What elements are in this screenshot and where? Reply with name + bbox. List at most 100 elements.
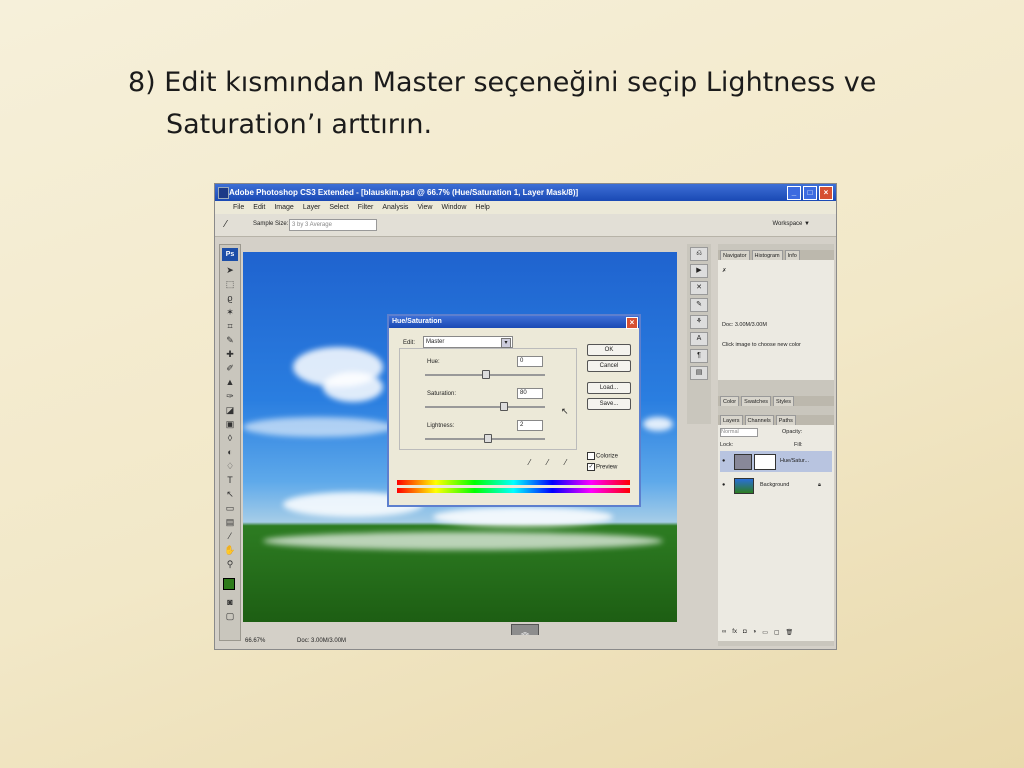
adjusted-spectrum-bar [397,488,630,493]
menu-window[interactable]: Window [441,201,466,214]
tab-paths[interactable]: Paths [775,415,796,425]
crop-tool-icon[interactable]: ⌗ [223,320,237,332]
dodge-tool-icon[interactable]: ◐ [223,446,237,458]
menu-help[interactable]: Help [475,201,489,214]
history-icon[interactable]: ⎌ [690,247,708,261]
close-button[interactable]: × [819,186,833,200]
colorize-checkbox[interactable]: Colorize [587,452,618,460]
notes-tool-icon[interactable]: ▤ [223,516,237,528]
slice-tool-icon[interactable]: ✎ [223,334,237,346]
stamp-tool-icon[interactable]: ▲ [223,376,237,388]
save-button[interactable]: Save... [587,398,631,410]
healing-tool-icon[interactable]: ✚ [223,348,237,360]
menu-select[interactable]: Select [329,201,348,214]
saturation-slider-track[interactable] [425,406,545,408]
path-select-icon[interactable]: ↖ [223,488,237,500]
marquee-tool-icon[interactable]: ⬚ [223,278,237,290]
cloud-shape [433,507,613,527]
delete-layer-icon[interactable]: 🗑︎ [786,629,794,639]
add-mask-icon[interactable]: ◘ [743,629,747,639]
ok-button[interactable]: OK [587,344,631,356]
colorize-checkbox-box[interactable] [587,452,595,460]
screen-mode-icon[interactable]: ▢ [223,610,237,622]
lasso-tool-icon[interactable]: ϱ [223,292,237,304]
preview-checkbox[interactable]: ✓ Preview [587,463,617,471]
blend-mode-select[interactable]: Normal [720,428,758,437]
tab-info[interactable]: Info [784,250,800,260]
lightness-slider-thumb[interactable] [484,434,492,443]
menu-edit[interactable]: Edit [253,201,265,214]
eraser-tool-icon[interactable]: ◪ [223,404,237,416]
workspace-button[interactable]: Workspace ▼ [772,221,810,227]
zoom-tool-icon[interactable]: ⚲ [223,558,237,570]
menu-file[interactable]: File [233,201,244,214]
tab-swatches[interactable]: Swatches [741,396,772,406]
lightness-input[interactable]: 2 [517,420,543,431]
info-panel: ✗ Doc: 3.00M/3.00M Click image to choose… [718,260,834,380]
clone-source-icon[interactable]: ⚘ [690,315,708,329]
hue-input[interactable]: 0 [517,356,543,367]
tab-color[interactable]: Color [720,396,740,406]
dialog-close-icon[interactable]: × [626,317,638,329]
color-swatches[interactable] [220,572,240,594]
layer-comps-icon[interactable]: ▤ [690,366,708,380]
brush-tool-icon[interactable]: ✐ [223,362,237,374]
magic-wand-icon[interactable]: ✶ [223,306,237,318]
hue-slider-thumb[interactable] [482,370,490,379]
menu-layer[interactable]: Layer [303,201,321,214]
menu-filter[interactable]: Filter [358,201,374,214]
preview-checkbox-box[interactable]: ✓ [587,463,595,471]
shape-tool-icon[interactable]: ▭ [223,502,237,514]
new-group-icon[interactable]: ▭ [762,629,768,639]
options-bar: ⁄ Sample Size: 3 by 3 Average Workspace … [215,214,836,237]
layer-style-icon[interactable]: fx [732,629,737,639]
eyedropper-minus-icon[interactable]: ⁄ [565,458,566,467]
blur-tool-icon[interactable]: ◊ [223,432,237,444]
move-tool-icon[interactable]: ➤ [223,264,237,276]
maximize-button[interactable]: □ [803,186,817,200]
paragraph-icon[interactable]: ¶ [690,349,708,363]
load-button[interactable]: Load... [587,382,631,394]
edit-dropdown[interactable]: Master ▾ [423,336,513,348]
info-hint: Click image to choose new color [722,342,801,348]
actions-icon[interactable]: ▶ [690,264,708,278]
minimize-button[interactable]: _ [787,186,801,200]
pen-tool-icon[interactable]: ♢ [223,460,237,472]
new-layer-icon[interactable]: ▢ [774,629,780,639]
layer-row[interactable]: ● Hue/Satur... [720,451,832,472]
sample-size-select[interactable]: 3 by 3 Average [289,219,377,231]
cancel-button[interactable]: Cancel [587,360,631,372]
type-tool-icon[interactable]: T [223,474,237,486]
history-brush-icon[interactable]: ✑ [223,390,237,402]
eyedropper-icon[interactable]: ⁄ [529,458,530,467]
menu-analysis[interactable]: Analysis [382,201,408,214]
eyedropper-tool-icon[interactable]: ⁄ [223,530,237,542]
eyedropper-plus-icon[interactable]: ⁄ [547,458,548,467]
link-layers-icon[interactable]: ∞ [722,629,726,639]
foreground-color-swatch[interactable] [223,578,235,590]
eyedropper-icon[interactable]: ⁄ [225,219,227,230]
layer-row[interactable]: ● Background 🔒︎ [720,475,832,496]
visibility-eye-icon[interactable]: ● [722,475,725,496]
quick-mask-icon[interactable]: ◙ [223,596,237,608]
lock-icon: 🔒︎ [818,482,821,488]
character-icon[interactable]: A [690,332,708,346]
dialog-title: Hue/Saturation [392,318,442,325]
tool-presets-icon[interactable]: ✕ [690,281,708,295]
tab-channels[interactable]: Channels [744,415,774,425]
chevron-down-icon[interactable]: ▾ [501,338,511,348]
menu-image[interactable]: Image [274,201,293,214]
brushes-icon[interactable]: ✎ [690,298,708,312]
saturation-input[interactable]: 80 [517,388,543,399]
menu-view[interactable]: View [417,201,432,214]
tab-styles[interactable]: Styles [773,396,794,406]
visibility-eye-icon[interactable]: ● [722,451,725,472]
saturation-slider-thumb[interactable] [500,402,508,411]
tab-layers[interactable]: Layers [720,415,743,425]
hand-tool-icon[interactable]: ✋ [223,544,237,556]
tab-navigator[interactable]: Navigator [720,250,750,260]
gradient-tool-icon[interactable]: ▣ [223,418,237,430]
cloud-shape [243,417,393,437]
tab-histogram[interactable]: Histogram [751,250,783,260]
new-adjustment-icon[interactable]: ◑ [753,629,757,639]
